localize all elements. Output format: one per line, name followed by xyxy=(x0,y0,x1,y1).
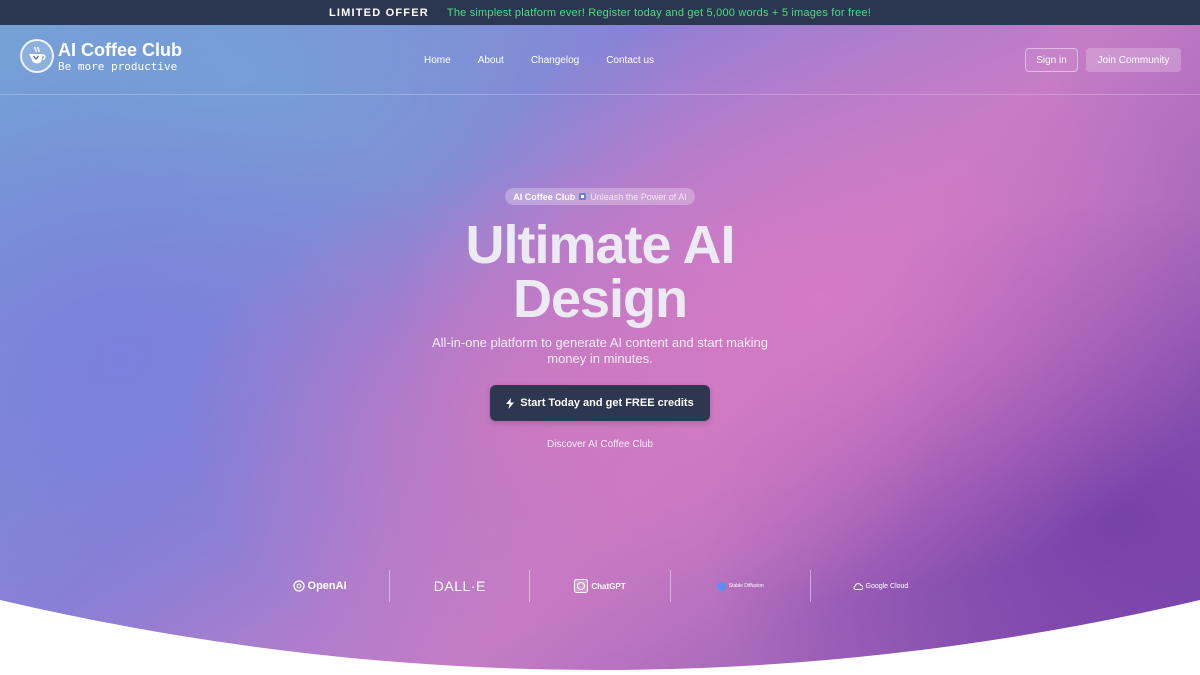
brand-name: AI Coffee Club xyxy=(58,39,182,60)
nav-about[interactable]: About xyxy=(478,55,504,66)
brand-logo[interactable]: AI Coffee Club Be more productive xyxy=(20,39,182,73)
discover-link[interactable]: Discover AI Coffee Club xyxy=(500,439,700,450)
start-today-button[interactable]: Start Today and get FREE credits xyxy=(490,385,710,421)
nav-home[interactable]: Home xyxy=(424,55,451,66)
brand-tagline: Be more productive xyxy=(58,59,178,73)
lightning-icon xyxy=(506,397,515,409)
pill-text: Unleash the Power of AI xyxy=(590,191,687,202)
sign-in-button[interactable]: Sign in xyxy=(1025,48,1078,72)
cloud-icon xyxy=(853,582,863,590)
hero-subtext: All-in-one platform to generate AI conte… xyxy=(431,335,769,366)
offer-message[interactable]: The simplest platform ever! Register tod… xyxy=(447,7,871,19)
nav-changelog[interactable]: Changelog xyxy=(531,55,579,66)
limited-offer-label: LIMITED OFFER xyxy=(328,6,429,19)
coffee-cup-icon xyxy=(20,39,54,73)
headline-line-2: Design xyxy=(512,269,688,329)
hero-headline: Ultimate AI Design xyxy=(300,218,900,326)
stable-diffusion-label: Stable Diffusion xyxy=(728,583,764,589)
headline-line-1: Ultimate AI xyxy=(465,215,735,275)
cta-label: Start Today and get FREE credits xyxy=(520,397,694,409)
bottom-wave-shape xyxy=(0,600,1200,675)
main-menu: Home About Changelog Contact us xyxy=(424,55,654,66)
join-community-button[interactable]: Join Community xyxy=(1086,48,1181,72)
nav-contact[interactable]: Contact us xyxy=(606,55,654,66)
pill-brand: AI Coffee Club xyxy=(513,191,576,202)
announcement-bar: LIMITED OFFER The simplest platform ever… xyxy=(0,0,1200,25)
top-navigation: AI Coffee Club Be more productive Home A… xyxy=(0,25,1200,95)
square-dot-icon xyxy=(579,193,587,200)
hero-pill-badge: AI Coffee Club Unleash the Power of AI xyxy=(505,188,695,205)
google-cloud-label: Google Cloud xyxy=(865,582,909,590)
